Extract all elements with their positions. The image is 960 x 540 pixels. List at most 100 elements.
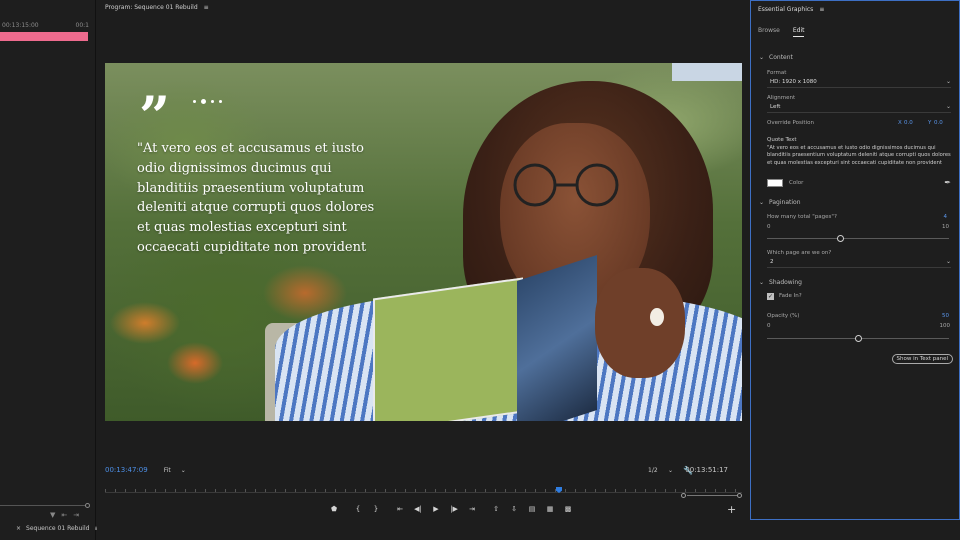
video-book-cover bbox=[517, 255, 597, 421]
add-button-icon[interactable]: + bbox=[727, 503, 736, 516]
zoom-handle-left[interactable] bbox=[681, 493, 686, 498]
go-to-in-icon[interactable]: ⇤ bbox=[391, 502, 409, 516]
page-dot bbox=[211, 100, 214, 103]
step-back-icon[interactable]: ◀| bbox=[409, 502, 427, 516]
lift-icon[interactable]: ⇧ bbox=[487, 502, 505, 516]
duration-timecode: 00:13:51:17 bbox=[685, 466, 728, 474]
chevron-down-icon[interactable]: ⌄ bbox=[946, 103, 951, 110]
playback-resolution-select[interactable]: 1/2 bbox=[648, 467, 658, 474]
monitor-controls-bar: 00:13:47:09 Fit ⌄ 1/2 ⌄ 🔧 00:13:51:17 bbox=[105, 464, 742, 476]
format-select[interactable]: HD: 1920 x 1080 bbox=[770, 79, 817, 85]
essential-graphics-panel: Essential Graphics ≡ Browse Edit ⌄ Conte… bbox=[750, 0, 960, 520]
fade-in-label: Fade In? bbox=[779, 293, 802, 299]
zoom-level-select[interactable]: Fit bbox=[164, 467, 171, 474]
total-pages-value[interactable]: 4 bbox=[944, 214, 948, 220]
video-frame[interactable]: ” "At vero eos et accusamus et iusto odi… bbox=[105, 63, 742, 421]
panel-menu-icon[interactable]: ≡ bbox=[204, 4, 209, 11]
quote-mark-graphic: ” bbox=[139, 84, 171, 148]
quote-text-field[interactable]: "At vero eos et accusamus et iusto odio … bbox=[767, 145, 955, 167]
position-y-label: Y bbox=[928, 120, 932, 126]
program-panel-header: Program: Sequence 01 Rebuild ≡ bbox=[105, 4, 209, 11]
chevron-down-icon[interactable]: ⌄ bbox=[181, 467, 186, 474]
video-book-page bbox=[373, 277, 523, 421]
program-panel-title: Program: Sequence 01 Rebuild bbox=[105, 4, 198, 11]
format-label: Format bbox=[767, 70, 787, 76]
opacity-label: Opacity (%) bbox=[767, 313, 800, 319]
tab-browse[interactable]: Browse bbox=[758, 27, 780, 37]
eg-title: Essential Graphics bbox=[758, 6, 814, 13]
timeline-work-area-bar[interactable] bbox=[0, 32, 88, 41]
play-icon[interactable]: ▶ bbox=[427, 502, 445, 516]
quote-text-overlay: "At vero eos et accusamus et iusto odio … bbox=[137, 141, 375, 255]
which-page-select[interactable]: 2 bbox=[770, 259, 774, 265]
fade-in-checkbox[interactable]: ✓ bbox=[767, 293, 774, 300]
chevron-down-icon[interactable]: ⌄ bbox=[668, 467, 673, 474]
eg-tabs: Browse Edit bbox=[758, 27, 805, 37]
add-marker-icon[interactable]: ⬟ bbox=[325, 502, 343, 516]
timeline-tools: ▼ ⇤ ⇥ bbox=[50, 511, 79, 519]
section-pagination-header[interactable]: ⌄ Pagination bbox=[759, 199, 801, 206]
collapse-icon[interactable]: ⇤ bbox=[61, 511, 67, 519]
page-dot-active bbox=[201, 99, 206, 104]
zoom-scrollbar[interactable] bbox=[687, 495, 740, 496]
position-y-value[interactable]: 0.0 bbox=[934, 120, 943, 126]
total-pages-slider[interactable] bbox=[767, 238, 949, 239]
mark-in-icon[interactable]: { bbox=[349, 502, 367, 516]
panel-menu-icon[interactable]: ≡ bbox=[819, 6, 824, 13]
monitor-time-ruler[interactable] bbox=[105, 487, 742, 498]
position-x-value[interactable]: 0.0 bbox=[904, 120, 913, 126]
playhead-timecode[interactable]: 00:13:47:09 bbox=[105, 466, 148, 474]
overwrite-icon[interactable]: ▩ bbox=[559, 502, 577, 516]
quote-text-label: Quote Text bbox=[767, 137, 797, 143]
sequence-tab-label: Sequence 01 Rebuild bbox=[26, 525, 90, 532]
total-pages-label: How many total "pages"? bbox=[767, 214, 837, 220]
section-content-label: Content bbox=[769, 54, 793, 61]
alignment-label: Alignment bbox=[767, 95, 796, 101]
close-icon[interactable]: × bbox=[16, 525, 21, 532]
tab-edit[interactable]: Edit bbox=[792, 27, 805, 37]
opacity-max: 100 bbox=[939, 323, 951, 329]
ruler-ticks bbox=[105, 489, 742, 493]
opacity-value[interactable]: 50 bbox=[942, 313, 949, 319]
opacity-min: 0 bbox=[767, 323, 771, 329]
chevron-down-icon[interactable]: ⌄ bbox=[759, 279, 764, 286]
color-label: Color bbox=[789, 180, 804, 186]
section-pagination-label: Pagination bbox=[769, 199, 801, 206]
which-page-label: Which page are we on? bbox=[767, 250, 832, 256]
zoom-handle-right[interactable] bbox=[737, 493, 742, 498]
expand-icon[interactable]: ⇥ bbox=[73, 511, 79, 519]
sequence-tab[interactable]: × Sequence 01 Rebuild ≡ bbox=[16, 525, 99, 532]
color-swatch[interactable] bbox=[767, 179, 783, 187]
timeline-zoom-handle[interactable] bbox=[85, 503, 90, 508]
insert-icon[interactable]: ▦ bbox=[541, 502, 559, 516]
chevron-down-icon[interactable]: ⌄ bbox=[946, 78, 951, 85]
eyedropper-icon[interactable]: ✒ bbox=[944, 178, 951, 187]
section-content-header[interactable]: ⌄ Content bbox=[759, 54, 793, 61]
timeline-zoom-scrollbar[interactable] bbox=[0, 503, 90, 508]
total-pages-slider-knob[interactable] bbox=[836, 235, 844, 242]
total-pages-max: 10 bbox=[942, 224, 949, 230]
opacity-slider-knob[interactable] bbox=[855, 335, 862, 342]
chevron-down-icon[interactable]: ⌄ bbox=[946, 258, 951, 265]
go-to-out-icon[interactable]: ⇥ bbox=[463, 502, 481, 516]
filter-icon[interactable]: ▼ bbox=[50, 511, 55, 519]
total-pages-min: 0 bbox=[767, 224, 771, 230]
eg-footer bbox=[750, 520, 960, 540]
export-frame-icon[interactable]: ▤ bbox=[523, 502, 541, 516]
override-position-label: Override Position bbox=[767, 120, 814, 126]
video-glasses bbox=[513, 163, 619, 207]
step-forward-icon[interactable]: |▶ bbox=[445, 502, 463, 516]
which-page-underline bbox=[767, 267, 951, 268]
section-shadowing-header[interactable]: ⌄ Shadowing bbox=[759, 279, 802, 286]
video-ring bbox=[650, 308, 664, 326]
extract-icon[interactable]: ⇩ bbox=[505, 502, 523, 516]
page-dot bbox=[219, 100, 222, 103]
video-sky bbox=[672, 63, 742, 81]
transport-controls: ⬟ { } ⇤ ◀| ▶ |▶ ⇥ ⇧ ⇩ ▤ ▦ ▩ bbox=[325, 502, 577, 516]
chevron-down-icon[interactable]: ⌄ bbox=[759, 199, 764, 206]
video-person-hand bbox=[595, 268, 685, 378]
mark-out-icon[interactable]: } bbox=[367, 502, 385, 516]
chevron-down-icon[interactable]: ⌄ bbox=[759, 54, 764, 61]
show-in-text-panel-button[interactable]: Show in Text panel bbox=[891, 354, 953, 364]
alignment-select[interactable]: Left bbox=[770, 104, 780, 110]
